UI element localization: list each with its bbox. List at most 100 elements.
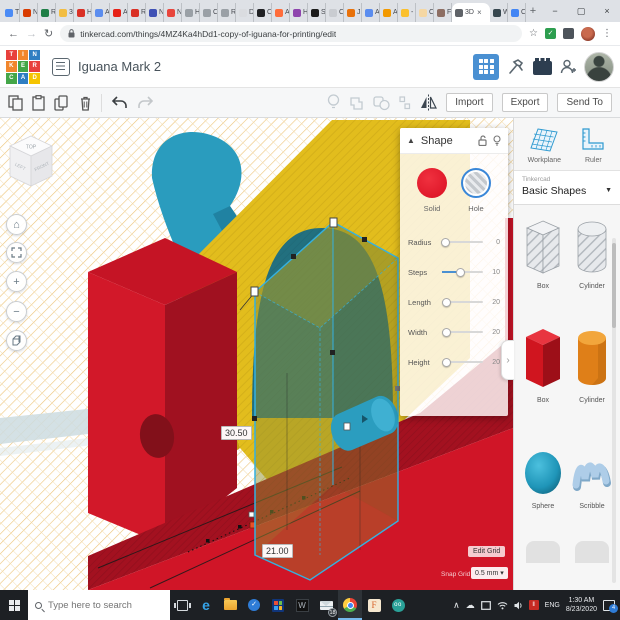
- ungroup-icon[interactable]: [373, 95, 390, 111]
- slider-knob[interactable]: [441, 238, 450, 247]
- ruler-tool[interactable]: Ruler: [580, 128, 606, 164]
- browser-tab[interactable]: - ×: [398, 3, 416, 22]
- action-center-icon[interactable]: 4: [603, 600, 615, 611]
- shape-item-hole-cylinder[interactable]: Cylinder: [569, 219, 615, 290]
- import-button[interactable]: Import: [446, 93, 492, 112]
- sidebar-collapse-handle[interactable]: ›: [501, 340, 514, 380]
- taskbar-app-icon[interactable]: [338, 590, 362, 620]
- slider-value[interactable]: 0: [487, 239, 500, 246]
- align-icon[interactable]: [399, 95, 411, 111]
- slider-value[interactable]: 10: [487, 269, 500, 276]
- zoom-in-button[interactable]: +: [6, 271, 27, 292]
- browser-tab[interactable]: A ×: [272, 3, 290, 22]
- slider-track[interactable]: [442, 238, 483, 247]
- browser-tab[interactable]: J ×: [344, 3, 362, 22]
- design-title[interactable]: Iguana Mark 2: [78, 59, 161, 74]
- shape-item-hole-box[interactable]: Box: [520, 219, 566, 290]
- language-indicator[interactable]: ENG: [545, 602, 560, 609]
- height-dimension-label[interactable]: 30.50: [221, 426, 252, 440]
- browser-tab[interactable]: S ×: [308, 3, 326, 22]
- refresh-button[interactable]: ↻: [44, 27, 53, 40]
- close-button[interactable]: ×: [594, 6, 620, 16]
- 3d-viewport[interactable]: TOP LEFT FRONT ⌂ + − 30.50 21.00 ▲ Shape: [0, 118, 513, 590]
- scrollbar-thumb[interactable]: [612, 243, 616, 328]
- new-tab-button[interactable]: +: [524, 2, 542, 20]
- url-field[interactable]: tinkercad.com/things/4MZ4Ka4hDd1-copy-of…: [60, 25, 522, 42]
- shape-item-sphere[interactable]: Sphere: [520, 451, 566, 510]
- slider-track[interactable]: [442, 268, 483, 277]
- shape-item-partial[interactable]: [575, 541, 609, 563]
- browser-tab[interactable]: N ×: [146, 3, 164, 22]
- slider-track[interactable]: [442, 328, 483, 337]
- taskbar-search[interactable]: [28, 590, 170, 620]
- browser-tab[interactable]: C ×: [254, 3, 272, 22]
- browser-tab[interactable]: A ×: [110, 3, 128, 22]
- browser-tab[interactable]: N ×: [20, 3, 38, 22]
- browser-tab[interactable]: R ×: [218, 3, 236, 22]
- taskbar-app-icon[interactable]: [218, 590, 242, 620]
- slider-value[interactable]: 20: [487, 359, 500, 366]
- tools-hammer-icon[interactable]: [506, 57, 526, 77]
- tab-close-icon[interactable]: ×: [477, 8, 482, 17]
- slider-knob[interactable]: [442, 328, 451, 337]
- taskbar-app-icon[interactable]: [170, 590, 194, 620]
- bookmark-star-icon[interactable]: ☆: [529, 28, 538, 39]
- extension-check-icon[interactable]: ✓: [545, 28, 556, 39]
- paste-icon[interactable]: [32, 95, 45, 111]
- shape-item-scribble[interactable]: Scribble: [569, 457, 615, 510]
- volume-icon[interactable]: [514, 601, 523, 610]
- search-input[interactable]: [48, 600, 158, 611]
- browser-tab[interactable]: H ×: [182, 3, 200, 22]
- width-dimension-label[interactable]: 21.00: [262, 544, 293, 558]
- taskbar-app-icon[interactable]: e: [194, 590, 218, 620]
- mirror-icon[interactable]: [420, 94, 437, 111]
- browser-profile-avatar[interactable]: [581, 27, 595, 41]
- panel-collapse-icon[interactable]: ▲: [407, 136, 415, 145]
- minimize-button[interactable]: −: [542, 6, 568, 16]
- user-avatar[interactable]: [584, 52, 614, 82]
- recording-tray-icon[interactable]: ‖: [529, 600, 539, 610]
- browser-menu-icon[interactable]: ⋮: [602, 28, 612, 39]
- design-menu-icon[interactable]: [52, 58, 70, 76]
- add-collaborator-icon[interactable]: [559, 58, 577, 76]
- browser-tab[interactable]: A ×: [362, 3, 380, 22]
- tray-expand-chevron[interactable]: ∧: [453, 600, 460, 611]
- blocks-view-button[interactable]: [473, 54, 499, 80]
- taskbar-app-icon[interactable]: ✓: [242, 590, 266, 620]
- view-cube[interactable]: TOP LEFT FRONT: [8, 134, 54, 198]
- slider-value[interactable]: 20: [487, 299, 500, 306]
- lightbulb-icon[interactable]: [327, 94, 340, 111]
- send-to-button[interactable]: Send To: [557, 93, 612, 112]
- fit-view-button[interactable]: [6, 242, 27, 263]
- browser-tab[interactable]: T ×: [2, 3, 20, 22]
- shape-item-orange-cylinder[interactable]: Cylinder: [569, 327, 615, 404]
- browser-tab[interactable]: A ×: [92, 3, 110, 22]
- undo-icon[interactable]: [111, 96, 128, 110]
- forward-button[interactable]: →: [26, 28, 37, 40]
- taskbar-app-icon[interactable]: W: [290, 590, 314, 620]
- shape-item-red-box[interactable]: Box: [520, 327, 566, 404]
- browser-tab[interactable]: H ×: [290, 3, 308, 22]
- export-button[interactable]: Export: [502, 93, 549, 112]
- snap-grid-dropdown[interactable]: 0.5 mm ▾: [471, 567, 508, 579]
- slider-track[interactable]: [442, 358, 483, 367]
- slider-knob[interactable]: [442, 298, 451, 307]
- browser-tab[interactable]: C ×: [326, 3, 344, 22]
- delete-icon[interactable]: [79, 95, 92, 111]
- home-view-button[interactable]: ⌂: [6, 214, 27, 235]
- taskbar-app-icon[interactable]: [266, 590, 290, 620]
- back-button[interactable]: ←: [8, 28, 19, 40]
- slider-value[interactable]: 20: [487, 329, 500, 336]
- perspective-button[interactable]: [6, 330, 27, 351]
- browser-tab[interactable]: 3D ×: [452, 3, 490, 22]
- shape-item-partial[interactable]: [526, 541, 560, 563]
- window-tray-icon[interactable]: [481, 601, 491, 610]
- onedrive-cloud-icon[interactable]: ☁: [466, 600, 475, 611]
- wifi-icon[interactable]: [497, 601, 508, 610]
- browser-tab[interactable]: A ×: [380, 3, 398, 22]
- zoom-out-button[interactable]: −: [6, 301, 27, 322]
- solid-option[interactable]: Solid: [417, 168, 447, 213]
- lock-open-icon[interactable]: [478, 135, 487, 146]
- maximize-button[interactable]: ▢: [568, 6, 594, 17]
- browser-tab[interactable]: D ×: [236, 3, 254, 22]
